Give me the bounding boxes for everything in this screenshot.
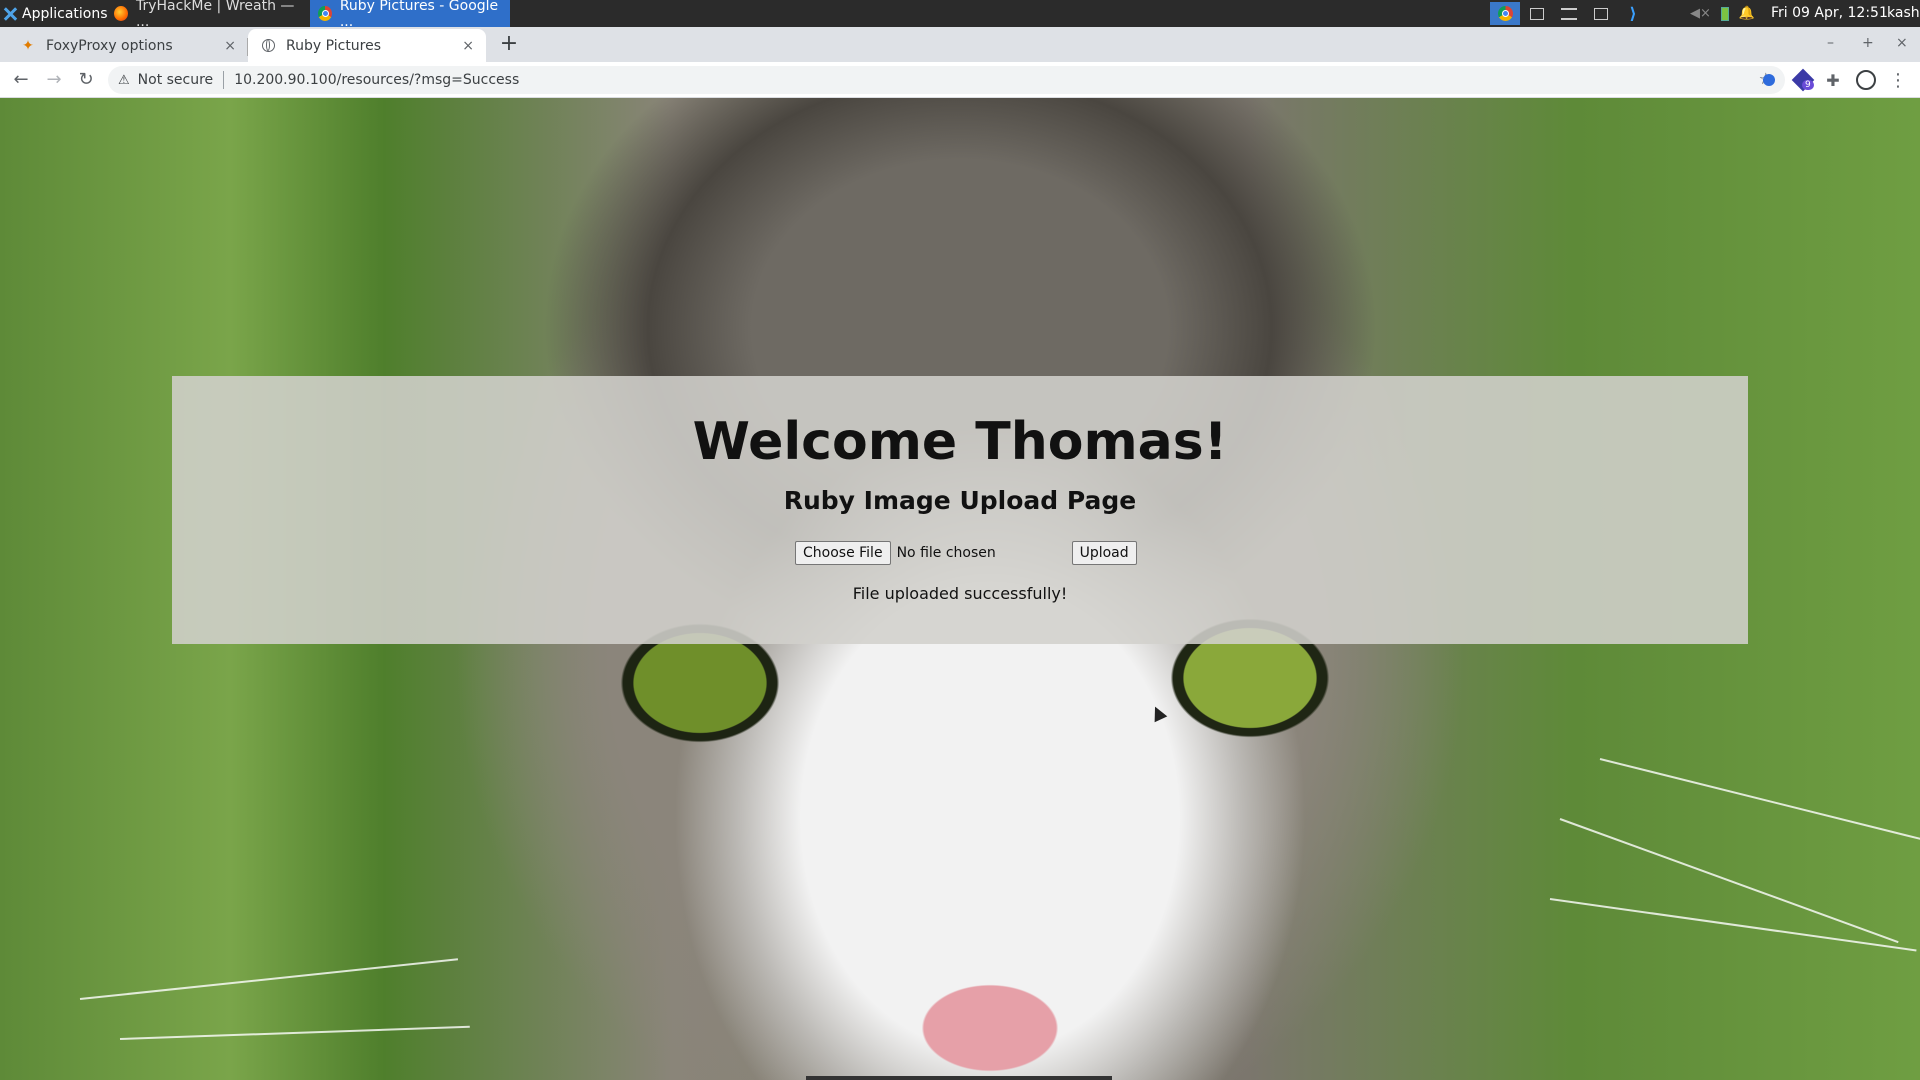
window-icon (1561, 7, 1577, 20)
url-text[interactable]: 10.200.90.100/resources/?msg=Success (234, 72, 519, 88)
system-taskbar: Applications TryHackMe | Wreath — ... Ru… (0, 0, 1920, 30)
browser-tab-strip: ✦ FoxyProxy options × Ruby Pictures × (0, 27, 1920, 62)
upload-button[interactable]: Upload (1071, 541, 1137, 565)
battery-icon[interactable] (1720, 6, 1729, 21)
applications-label: Applications (22, 5, 108, 22)
horizontal-scrollbar[interactable] (806, 1076, 1112, 1080)
url-host: 10.200.90.100 (234, 72, 337, 88)
whisker (1599, 758, 1920, 840)
foxyproxy-icon: ✦ (22, 37, 34, 54)
reload-icon[interactable]: ↻ (72, 62, 100, 98)
omnibox-divider (223, 71, 225, 89)
browser-toolbar: ← → ↻ ⚠ Not secure 10.200.90.100/resourc… (0, 62, 1920, 98)
whisker (119, 1025, 470, 1040)
extension-button-1[interactable] (1756, 62, 1782, 98)
upload-panel: Welcome Thomas! Ruby Image Upload Page C… (172, 376, 1748, 644)
terminal-icon (1530, 7, 1544, 20)
user-menu[interactable]: kash (1887, 0, 1920, 27)
back-icon[interactable]: ← (7, 62, 35, 98)
minimize-button[interactable]: – (1827, 27, 1834, 62)
launcher-terminal-2[interactable] (1586, 2, 1616, 25)
extension-icon (1763, 74, 1775, 86)
speaker-muted-icon[interactable]: ◀× (1690, 6, 1711, 21)
tab-foxyproxy-options[interactable]: ✦ FoxyProxy options × (8, 29, 248, 62)
terminal-icon (1594, 7, 1608, 20)
close-window-button[interactable]: × (1896, 27, 1908, 62)
taskbar-task-label: TryHackMe | Wreath — ... (135, 0, 295, 30)
applications-menu[interactable]: Applications (0, 0, 108, 27)
success-message: File uploaded successfully! (852, 584, 1068, 603)
taskbar-task-chrome[interactable]: Ruby Pictures - Google ... (310, 0, 510, 30)
close-tab-icon[interactable]: × (224, 38, 236, 54)
taskbar-task-firefox[interactable]: TryHackMe | Wreath — ... (106, 0, 308, 30)
tab-ruby-pictures[interactable]: Ruby Pictures × (248, 29, 486, 62)
xfce-logo-icon (3, 7, 17, 21)
whisker (79, 958, 459, 1000)
taskbar-launchers: ⟩ (1490, 2, 1648, 25)
tab-title: Ruby Pictures (286, 37, 382, 54)
notification-bell-icon[interactable]: 🔔 (1739, 6, 1755, 21)
launcher-terminal[interactable] (1522, 2, 1552, 25)
forward-icon[interactable]: → (40, 62, 68, 98)
chrome-icon (1497, 6, 1513, 21)
choose-file-button[interactable]: Choose File (795, 541, 891, 565)
upload-form: Choose File No file chosen Upload (795, 541, 1137, 565)
launcher-chrome[interactable] (1490, 2, 1520, 25)
new-tab-button[interactable]: + (498, 27, 520, 62)
warning-icon[interactable]: ⚠ (118, 73, 130, 88)
file-status: No file chosen (896, 545, 996, 561)
launcher-vscode[interactable]: ⟩ (1618, 2, 1648, 25)
browser-menu[interactable]: ⋮ (1885, 62, 1911, 98)
firefox-icon (114, 6, 128, 21)
extension-badge: 9 (1802, 80, 1814, 90)
launcher-window[interactable] (1554, 2, 1584, 25)
chrome-icon (318, 6, 332, 21)
taskbar-task-label: Ruby Pictures - Google ... (339, 0, 499, 30)
page-subtitle: Ruby Image Upload Page (783, 486, 1137, 515)
page-background-cat-image: Welcome Thomas! Ruby Image Upload Page C… (0, 98, 1920, 1080)
close-tab-icon[interactable]: × (462, 38, 474, 54)
security-label[interactable]: Not secure (138, 72, 214, 88)
status-area: ◀× 🔔 (1690, 0, 1755, 27)
puzzle-icon: ✚ (1826, 70, 1840, 90)
tab-title: FoxyProxy options (46, 37, 173, 54)
menu-icon: ⋮ (1889, 69, 1907, 91)
url-path: /resources/?msg=Success (336, 72, 520, 88)
extension-button-2[interactable]: 9 (1790, 62, 1816, 98)
page-title: Welcome Thomas! (692, 412, 1228, 472)
extensions-menu[interactable]: ✚ (1820, 62, 1846, 98)
whisker (1549, 898, 1917, 952)
maximize-button[interactable]: + (1862, 27, 1874, 62)
profile-icon (1856, 70, 1876, 90)
vscode-icon: ⟩ (1629, 4, 1637, 23)
address-bar[interactable]: ⚠ Not secure 10.200.90.100/resources/?ms… (108, 66, 1785, 94)
profile-button[interactable] (1853, 62, 1879, 98)
clock[interactable]: Fri 09 Apr, 12:51 (1771, 0, 1888, 27)
globe-icon (260, 38, 276, 54)
